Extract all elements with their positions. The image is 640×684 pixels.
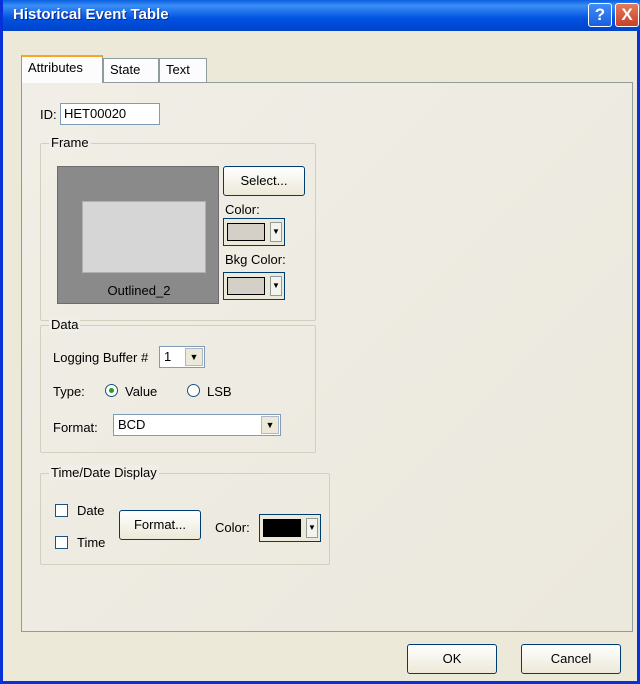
time-format-button[interactable]: Format...: [119, 510, 201, 540]
id-label: ID:: [40, 107, 57, 122]
id-field[interactable]: HET00020: [60, 103, 160, 125]
format-value: BCD: [118, 417, 146, 432]
type-lsb-label: LSB: [207, 384, 232, 399]
dialog-window: Historical Event Table ? X Attributes St…: [0, 0, 640, 684]
frame-preview: Outlined_2: [57, 166, 219, 304]
chevron-down-icon[interactable]: ▼: [261, 416, 279, 434]
bkg-color-label: Bkg Color:: [225, 252, 286, 267]
frame-preview-name: Outlined_2: [107, 283, 171, 298]
tab-state[interactable]: State: [103, 58, 159, 82]
time-color-picker[interactable]: ▼: [259, 514, 321, 542]
date-checkbox[interactable]: [55, 504, 68, 517]
date-label: Date: [77, 503, 105, 518]
select-button[interactable]: Select...: [223, 166, 305, 196]
format-label: Format:: [53, 420, 98, 435]
chevron-down-icon[interactable]: ▼: [270, 222, 282, 242]
close-icon[interactable]: X: [615, 3, 639, 27]
data-group: Data Logging Buffer # 1 ▼ Type: Value LS…: [40, 317, 316, 453]
time-color-label: Color:: [215, 520, 250, 535]
type-label: Type:: [53, 384, 85, 399]
time-date-legend: Time/Date Display: [49, 465, 159, 480]
time-checkbox[interactable]: [55, 536, 68, 549]
logging-buffer-label: Logging Buffer #: [53, 350, 149, 365]
chevron-down-icon[interactable]: ▼: [185, 348, 203, 366]
tab-text[interactable]: Text: [159, 58, 207, 82]
help-icon[interactable]: ?: [588, 3, 612, 27]
logging-buffer-select[interactable]: 1 ▼: [159, 346, 205, 368]
bkg-color-picker[interactable]: ▼: [223, 272, 285, 300]
chevron-down-icon[interactable]: ▼: [270, 276, 282, 296]
type-value-label: Value: [125, 384, 158, 399]
format-select[interactable]: BCD ▼: [113, 414, 281, 436]
type-value-radio[interactable]: [105, 384, 118, 397]
frame-color-picker[interactable]: ▼: [223, 218, 285, 246]
cancel-button[interactable]: Cancel: [521, 644, 621, 674]
data-legend: Data: [49, 317, 81, 332]
frame-legend: Frame: [49, 135, 91, 150]
frame-group: Frame Outlined_2 Select... Color: ▼ Bkg …: [40, 135, 316, 321]
window-title: Historical Event Table: [13, 6, 169, 23]
color-label: Color:: [225, 202, 260, 217]
time-date-group: Time/Date Display Date Time Format... Co…: [40, 465, 330, 565]
ok-button[interactable]: OK: [407, 644, 497, 674]
chevron-down-icon[interactable]: ▼: [306, 518, 318, 538]
title-bar: Historical Event Table ? X: [3, 0, 640, 31]
logging-buffer-value: 1: [164, 349, 172, 364]
attributes-panel: ID: HET00020 Frame Outlined_2 Select... …: [21, 82, 633, 632]
type-lsb-radio[interactable]: [187, 384, 200, 397]
time-color-swatch: [263, 519, 301, 537]
frame-preview-inner: [82, 201, 206, 273]
frame-color-swatch: [227, 223, 265, 241]
time-label: Time: [77, 535, 106, 550]
bkg-color-swatch: [227, 277, 265, 295]
tab-attributes[interactable]: Attributes: [21, 55, 103, 83]
